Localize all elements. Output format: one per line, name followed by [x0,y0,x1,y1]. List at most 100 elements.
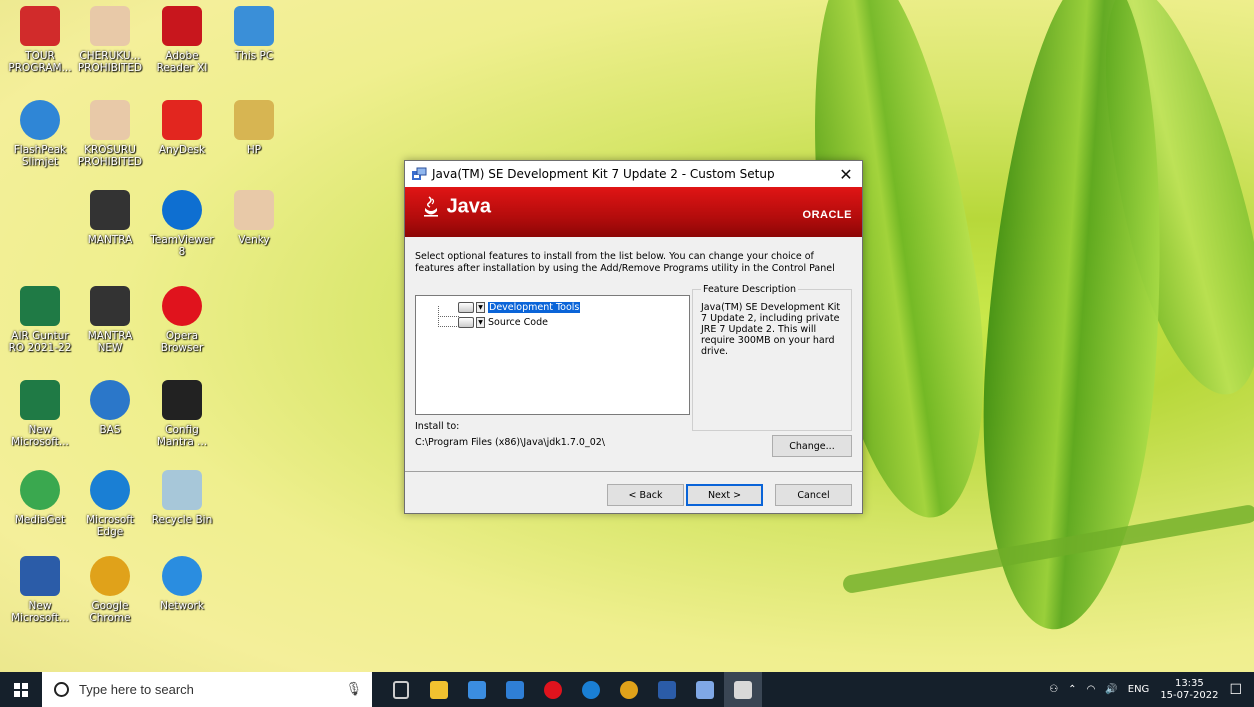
desktop-icon-label: Recycle Bin [151,514,213,526]
cancel-button[interactable]: Cancel [775,484,852,506]
desktop-icon-label: Venky [238,234,270,246]
back-button[interactable]: < Back [607,484,684,506]
clock[interactable]: 13:35 15-07-2022 [1160,678,1218,702]
chevron-up-icon[interactable]: ⌃ [1068,684,1076,695]
pdf-icon [20,6,60,46]
search-placeholder: Type here to search [79,682,194,697]
desktop-icon[interactable]: CHERUKU... PROHIBITED [74,6,146,74]
desktop-icon[interactable]: AnyDesk [146,100,218,156]
change-button[interactable]: Change... [772,435,852,457]
dialog-titlebar[interactable]: Java(TM) SE Development Kit 7 Update 2 -… [405,161,862,187]
edge-icon [90,470,130,510]
word-icon[interactable] [648,672,686,707]
desktop-icon-label: Microsoft Edge [86,514,134,538]
chrome-icon[interactable] [610,672,648,707]
opera-icon[interactable] [534,672,572,707]
desktop-icon[interactable]: New Microsoft... [4,380,76,448]
language-indicator[interactable]: ENG [1128,684,1150,695]
dropdown-arrow-icon[interactable]: ▼ [476,317,485,328]
file-explorer-icon[interactable] [420,672,458,707]
chrome-icon [90,556,130,596]
opera-icon [162,286,202,326]
desktop-icon[interactable]: New Microsoft... [4,556,76,624]
desktop-icon-label: FlashPeak Slimjet [13,144,67,168]
network-icon [162,556,202,596]
anydesk-icon [162,100,202,140]
taskbar-search-box[interactable]: Type here to search 🎙 [42,672,372,707]
slimjet-icon [20,100,60,140]
desktop-icon-label: AnyDesk [158,144,206,156]
installer-icon[interactable] [686,672,724,707]
store-icon[interactable] [458,672,496,707]
mail-icon[interactable] [496,672,534,707]
windows-logo-icon [14,682,28,697]
desktop-icon[interactable]: MediaGet [4,470,76,526]
desktop-icon-label: MediaGet [14,514,66,526]
desktop-icon-label: Google Chrome [89,600,131,624]
desktop-icon[interactable]: Network [146,556,218,612]
java-banner: Java ORACLE [405,187,862,237]
taskbar: Type here to search 🎙 ⚇ ⌃ ◠ 🔊 ENG 13:35 … [0,672,1254,707]
desktop-icon[interactable]: BAS [74,380,146,436]
fingerprint-scanner-icon [162,380,202,420]
desktop-icon[interactable]: This PC [218,6,290,62]
close-icon[interactable]: ✕ [830,161,862,187]
desktop-icon-label: AIR Guntur RO 2021-22 [8,330,72,354]
desktop-icon[interactable]: Config Mantra ... [146,380,218,448]
desktop-icon-label: New Microsoft... [11,424,69,448]
desktop-icon[interactable]: Microsoft Edge [74,470,146,538]
edge-icon[interactable] [572,672,610,707]
tree-connector [438,316,459,327]
clock-time: 13:35 [1174,677,1204,689]
desktop-icon-label: TOUR PROGRAM... [8,50,72,74]
desktop-icon[interactable]: Google Chrome [74,556,146,624]
start-button[interactable] [0,672,42,707]
feature-description-title: Feature Description [701,284,799,295]
desktop-icon[interactable]: Adobe Reader XI [146,6,218,74]
install-path: C:\Program Files (x86)\Java\jdk1.7.0_02\ [415,437,605,448]
desktop-icon[interactable]: Recycle Bin [146,470,218,526]
desktop-icon-label: Opera Browser [160,330,204,354]
desktop-icon[interactable]: HP [218,100,290,156]
clock-calendar-icon [90,380,130,420]
next-button[interactable]: Next > [686,484,763,506]
clock-date: 15-07-2022 [1160,689,1219,701]
people-icon[interactable]: ⚇ [1049,684,1058,695]
desktop-icon[interactable]: TOUR PROGRAM... [4,6,76,74]
desktop-icon-label: MANTRA NEW [87,330,133,354]
user-folder-icon [234,100,274,140]
hard-drive-icon [458,302,474,313]
desktop-icon[interactable]: TeamViewer 8 [146,190,218,258]
system-tray: ⚇ ⌃ ◠ 🔊 ENG 13:35 15-07-2022 ☐ [1044,672,1254,707]
java-setup-icon[interactable] [724,672,762,707]
desktop-icon[interactable]: Opera Browser [146,286,218,354]
desktop-icon[interactable]: MANTRA NEW [74,286,146,354]
task-view-icon[interactable] [382,672,420,707]
desktop-icon[interactable]: FlashPeak Slimjet [4,100,76,168]
volume-icon[interactable]: 🔊 [1105,684,1117,695]
pdf-doc-icon [90,100,130,140]
desktop-icon[interactable]: Venky [218,190,290,246]
excel-icon [20,380,60,420]
feature-item-source-code[interactable]: ▼ Source Code [458,317,548,328]
pdf-doc-icon [90,6,130,46]
microphone-icon[interactable]: 🎙 [345,682,362,697]
dialog-separator [405,471,862,472]
dialog-title: Java(TM) SE Development Kit 7 Update 2 -… [432,167,775,181]
desktop-icon[interactable]: AIR Guntur RO 2021-22 [4,286,76,354]
wifi-icon[interactable]: ◠ [1087,684,1096,695]
instructions-text: Select optional features to install from… [415,251,835,274]
notifications-icon[interactable]: ☐ [1229,682,1242,698]
desktop-icon[interactable]: KROSURU PROHIBITED [74,100,146,168]
feature-label[interactable]: Development Tools [488,302,581,313]
hard-drive-icon [458,317,474,328]
feature-item-development-tools[interactable]: ▼ Development Tools [458,302,581,313]
taskbar-pinned-apps [382,672,762,707]
excel-icon [20,286,60,326]
dropdown-arrow-icon[interactable]: ▼ [476,302,485,313]
feature-label[interactable]: Source Code [488,317,548,328]
desktop-icon-label: Config Mantra ... [156,424,208,448]
desktop-icon[interactable]: MANTRA [74,190,146,246]
adobe-reader-icon [162,6,202,46]
feature-tree[interactable]: ▼ Development Tools ▼ Source Code [415,295,690,415]
